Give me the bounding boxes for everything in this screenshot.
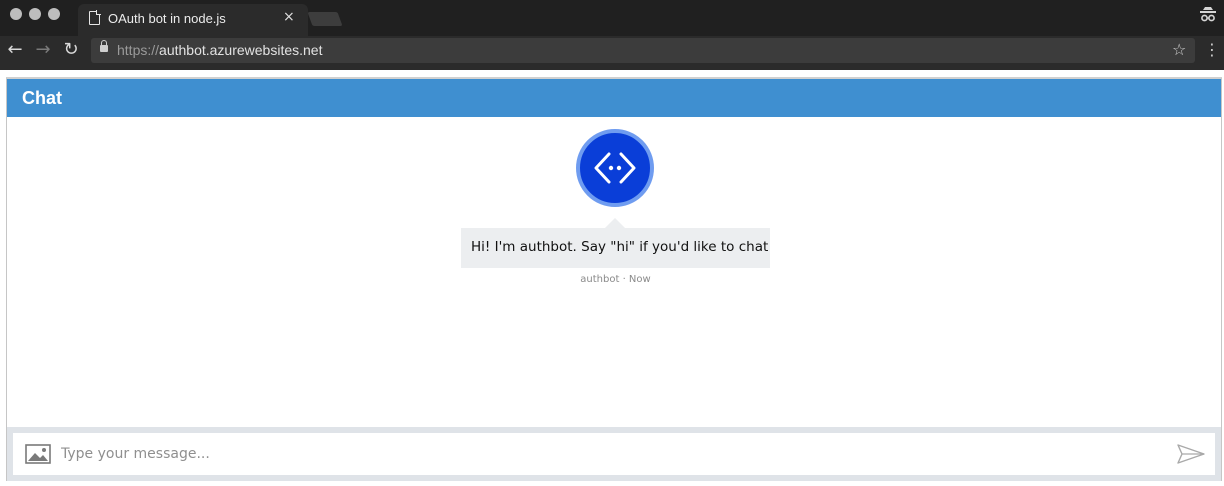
bookmark-star-icon[interactable]: ☆ (1172, 40, 1186, 59)
tab-close-icon[interactable]: × (283, 9, 295, 25)
forward-icon[interactable]: → (34, 40, 52, 60)
send-icon[interactable] (1177, 444, 1205, 464)
chat-header: Chat (7, 79, 1221, 117)
browser-menu-icon[interactable]: ⋮ (1204, 40, 1220, 60)
chat-input-box (13, 433, 1215, 475)
url-text[interactable]: https://authbot.azurewebsites.net (117, 42, 322, 58)
browser-tab[interactable]: OAuth bot in node.js × (78, 4, 308, 36)
message-bubble-pointer (605, 218, 625, 228)
page-content: Chat Hi! I'm authbot. Say "hi" if you'd … (0, 70, 1224, 486)
url-scheme: https:// (117, 42, 160, 58)
browser-chrome: OAuth bot in node.js × ← → ↻ https://aut… (0, 0, 1224, 70)
page-document-icon (89, 10, 101, 25)
incognito-icon (1200, 7, 1216, 22)
chat-input-area (7, 427, 1221, 481)
tab-strip: OAuth bot in node.js × (0, 0, 1224, 36)
url-host: authbot.azurewebsites.net (159, 42, 323, 58)
tab-title: OAuth bot in node.js (108, 11, 226, 26)
bot-message-text: Hi! I'm authbot. Say "hi" if you'd like … (471, 239, 769, 255)
maximize-window-button[interactable] (48, 8, 60, 20)
lock-icon (100, 40, 108, 52)
address-bar[interactable]: https://authbot.azurewebsites.net ☆ (91, 38, 1195, 63)
new-tab-button[interactable] (307, 12, 343, 26)
close-window-button[interactable] (10, 8, 22, 20)
chat-title: Chat (22, 88, 62, 108)
back-icon[interactable]: ← (6, 40, 24, 60)
reload-icon[interactable]: ↻ (62, 40, 80, 60)
bot-avatar (576, 129, 654, 207)
bot-code-icon (594, 152, 636, 184)
upload-image-icon[interactable] (25, 444, 51, 464)
bot-message-bubble: Hi! I'm authbot. Say "hi" if you'd like … (461, 228, 770, 268)
minimize-window-button[interactable] (29, 8, 41, 20)
chat-window: Chat Hi! I'm authbot. Say "hi" if you'd … (6, 77, 1222, 481)
message-input[interactable] (61, 439, 1161, 469)
message-meta: authbot · Now (580, 274, 651, 285)
